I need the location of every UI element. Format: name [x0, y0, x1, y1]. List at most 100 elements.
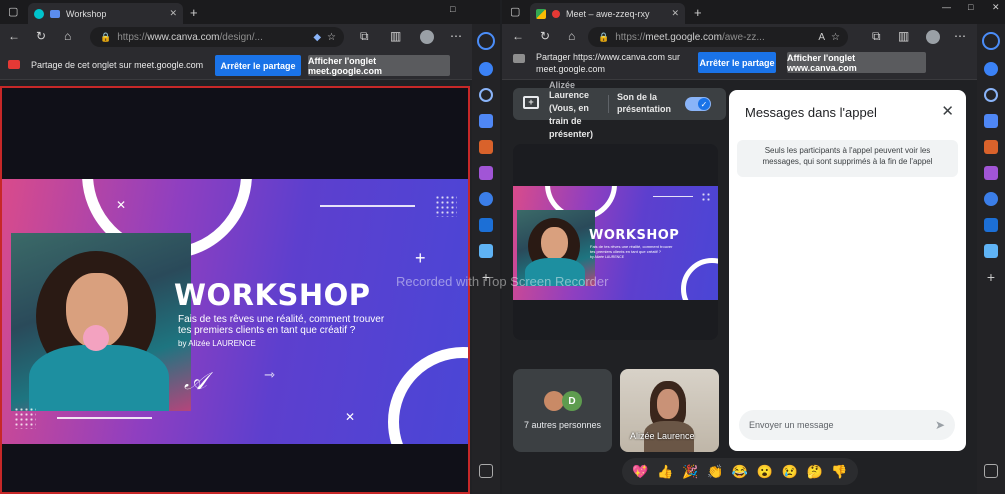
right-address-bar: ← ↻ ⌂ 🔒 https://meet.google.com/awe-zz..…	[502, 24, 1005, 50]
tab-actions-icon[interactable]: ▢	[8, 7, 18, 18]
reaction-heart[interactable]: 💖	[632, 464, 648, 480]
reaction-clap[interactable]: 👏	[707, 464, 723, 480]
reaction-thumbs-up[interactable]: 👍	[657, 464, 673, 480]
show-canva-tab-button[interactable]: Afficher l'onglet www.canva.com	[787, 52, 926, 73]
toolbox-icon[interactable]	[479, 140, 493, 154]
refresh-icon[interactable]: ↻	[36, 30, 46, 42]
reaction-surprised[interactable]: 😮	[757, 464, 773, 480]
presenter-name-line4: présenter)	[549, 129, 594, 139]
close-tab-icon[interactable]: ✕	[671, 8, 679, 19]
url-host: meet.google.com	[645, 31, 722, 43]
extensions-icon[interactable]: ⧉	[872, 30, 881, 42]
tag-icon[interactable]: ◆	[313, 32, 321, 43]
home-icon[interactable]: ⌂	[64, 30, 71, 42]
slide-author: by Alizée LAURENCE	[178, 339, 256, 348]
signature-icon: 𝒜	[184, 367, 207, 395]
stop-sharing-button[interactable]: Arrêter le partage	[698, 52, 776, 73]
workshop-slide: WORKSHOP Fais de tes rêves une réalité, …	[2, 179, 468, 444]
more-menu-icon[interactable]: ⋯	[450, 30, 462, 42]
copilot-icon[interactable]	[479, 192, 493, 206]
tag-icon[interactable]	[984, 114, 998, 128]
sidebar-toggle-icon[interactable]	[984, 464, 998, 478]
read-aloud-icon[interactable]: A	[818, 32, 825, 43]
url-host: www.canva.com	[147, 31, 220, 43]
bing-icon[interactable]	[982, 32, 1000, 50]
chat-message-input[interactable]: Envoyer un message ➤	[739, 410, 955, 440]
new-tab-icon[interactable]: +	[694, 6, 702, 19]
tab-workshop[interactable]: Workshop ✕	[28, 3, 183, 24]
x-decoration-icon: ✕	[345, 410, 356, 424]
url-prefix: https://	[117, 31, 148, 43]
new-tab-icon[interactable]: +	[190, 6, 198, 19]
others-tile[interactable]: D 7 autres personnes	[513, 369, 612, 452]
url-field[interactable]: 🔒 https://meet.google.com/awe-zz... A ☆	[588, 27, 848, 47]
canva-app-icon	[50, 9, 60, 18]
maximize-window-icon[interactable]: □	[968, 3, 973, 12]
presentation-sound-toggle[interactable]: ✓	[685, 97, 711, 111]
send-icon[interactable]	[984, 244, 998, 258]
extensions-icon[interactable]: ⧉	[360, 30, 369, 42]
share-message-line2: meet.google.com	[536, 64, 606, 74]
split-screen-icon[interactable]: ▥	[898, 30, 909, 42]
reaction-laugh[interactable]: 😂	[732, 464, 748, 480]
back-icon[interactable]: ←	[512, 30, 524, 42]
check-icon: ✓	[698, 98, 710, 110]
show-meet-tab-button[interactable]: Afficher l'onglet meet.google.com	[308, 55, 450, 76]
profile-avatar[interactable]	[926, 30, 940, 44]
copilot-icon[interactable]	[984, 192, 998, 206]
home-icon[interactable]: ⌂	[568, 30, 575, 42]
profile-avatar[interactable]	[420, 30, 434, 44]
close-tab-icon[interactable]: ✕	[169, 8, 177, 19]
toolbox-icon[interactable]	[984, 140, 998, 154]
right-edge-sidebar: +	[977, 24, 1005, 494]
presenter-name-line3: train de	[549, 116, 582, 126]
reactions-bar: 💖 👍 🎉 👏 😂 😮 😢 🤔 👎	[622, 458, 858, 485]
reaction-thumbs-down[interactable]: 👎	[831, 464, 847, 480]
close-chat-icon[interactable]: ✕	[941, 102, 954, 120]
search-icon[interactable]	[479, 88, 493, 102]
minimize-window-icon[interactable]: —	[942, 3, 951, 12]
present-screen-icon[interactable]: +	[523, 96, 539, 109]
reaction-thinking[interactable]: 🤔	[806, 464, 822, 480]
sidebar-toggle-icon[interactable]	[479, 464, 493, 478]
games-icon[interactable]	[984, 166, 998, 180]
share-message: Partage de cet onglet sur meet.google.co…	[31, 60, 204, 70]
more-menu-icon[interactable]: ⋯	[954, 30, 966, 42]
lock-icon: 🔒	[100, 31, 112, 42]
refresh-icon[interactable]: ↻	[540, 30, 550, 42]
chat-info-line2: messages, qui sont supprimés à la fin de…	[762, 156, 933, 166]
self-video-tile[interactable]: Alizée Laurence	[620, 369, 719, 452]
add-icon[interactable]: +	[984, 270, 998, 284]
self-label: Alizée Laurence	[630, 431, 695, 441]
flower-icon	[83, 325, 109, 351]
cursor-arrow-icon: ⇾	[264, 367, 275, 382]
favorite-icon[interactable]: ☆	[831, 32, 840, 43]
notification-icon[interactable]	[984, 62, 998, 76]
url-field[interactable]: 🔒 https://www.canva.com/design/... ◆ ☆	[90, 27, 344, 47]
split-screen-icon[interactable]: ▥	[390, 30, 401, 42]
tab-meet[interactable]: Meet – awe-zzeq-rxy ✕	[530, 3, 685, 24]
presentation-tile[interactable]: WORKSHOP Fais de tes rêves une réalité, …	[513, 144, 718, 340]
reaction-sad[interactable]: 😢	[782, 464, 798, 480]
send-icon[interactable]	[479, 244, 493, 258]
reaction-party[interactable]: 🎉	[682, 464, 698, 480]
back-icon[interactable]: ←	[8, 30, 20, 42]
notification-icon[interactable]	[479, 62, 493, 76]
x-decoration-icon: ✕	[116, 198, 127, 212]
search-icon[interactable]	[984, 88, 998, 102]
recorder-watermark: Recorded with iTop Screen Recorder	[396, 274, 609, 289]
bing-icon[interactable]	[477, 32, 495, 50]
left-tabbar: ▢ Workshop ✕ + □	[0, 0, 500, 24]
games-icon[interactable]	[479, 166, 493, 180]
slide-subtitle-line1: Fais de tes rêves une réalité, comment t…	[178, 314, 385, 325]
outlook-icon[interactable]	[479, 218, 493, 232]
send-icon[interactable]: ➤	[935, 418, 945, 432]
tag-icon[interactable]	[479, 114, 493, 128]
restore-window-icon[interactable]: □	[450, 5, 455, 14]
stop-sharing-button[interactable]: Arrêter le partage	[215, 55, 301, 76]
tab-actions-icon[interactable]: ▢	[510, 7, 520, 18]
close-window-icon[interactable]: ✕	[992, 3, 1000, 12]
outlook-icon[interactable]	[984, 218, 998, 232]
favorite-icon[interactable]: ☆	[327, 32, 336, 43]
tab-title: Meet – awe-zzeq-rxy	[566, 8, 650, 19]
